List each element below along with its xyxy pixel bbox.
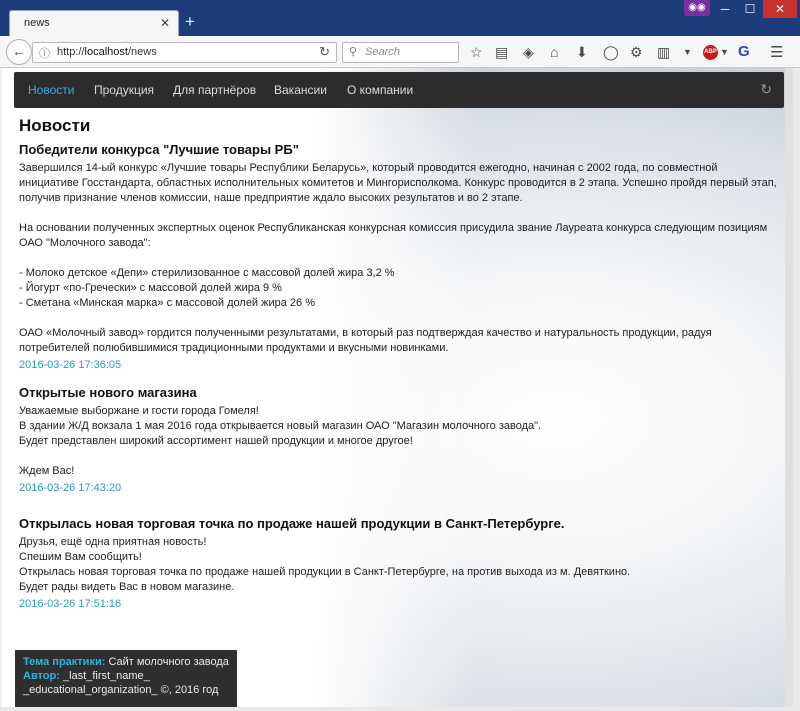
news-article: Открылась новая торговая точка по продаж… — [19, 516, 779, 610]
new-tab-button[interactable]: + — [185, 12, 195, 32]
maximize-button[interactable]: ☐ — [738, 0, 762, 18]
nav-about[interactable]: О компании — [347, 83, 413, 97]
nav-news[interactable]: Новости — [28, 83, 74, 97]
footer-org-line: _educational_organization_ ©, 2016 год — [23, 684, 219, 696]
nav-partners[interactable]: Для партнёров — [173, 83, 256, 97]
extension-icon[interactable]: ⚙ — [630, 44, 643, 61]
browser-tab[interactable]: news ✕ — [9, 10, 179, 37]
adblock-dropdown-icon[interactable]: ▼ — [720, 47, 729, 57]
search-placeholder: Search — [365, 46, 400, 58]
browser-window: news ✕ + ◉◉ ─ ☐ ✕ ← ⓘ http://localhost/n… — [0, 0, 800, 711]
home-icon[interactable]: ⌂ — [550, 44, 558, 60]
private-mask-icon: ◉◉ — [684, 0, 710, 16]
page-title: Новости — [19, 116, 91, 135]
footer-topic-label: Тема практики: — [23, 656, 106, 668]
title-bar: news ✕ + ◉◉ ─ ☐ ✕ — [0, 0, 800, 37]
scrollbar-track[interactable] — [785, 68, 793, 707]
nav-products[interactable]: Продукция — [94, 83, 154, 97]
article-body: Друзья, ещё одна приятная новость! Спеши… — [19, 536, 631, 593]
refresh-icon[interactable]: ↻ — [760, 81, 772, 98]
site-navbar: Новости Продукция Для партнёров Вакансии… — [14, 72, 784, 108]
footer-topic-line: Тема практики: Сайт молочного завода — [23, 655, 229, 669]
footer-topic-value: Сайт молочного завода — [108, 656, 229, 668]
article-date: 2016-03-26 17:51:16 — [19, 598, 122, 610]
browser-toolbar: ← ⓘ http://localhost/news ↻ ⚲ Search ☆ ▤… — [0, 36, 800, 68]
clipboard-icon[interactable]: ▥ — [657, 44, 670, 61]
adblock-icon[interactable]: ABP — [703, 45, 718, 60]
reload-icon[interactable]: ↻ — [319, 44, 330, 60]
nav-vacancies[interactable]: Вакансии — [274, 83, 327, 97]
site-info-icon[interactable]: ⓘ — [39, 45, 50, 61]
search-bar[interactable]: ⚲ Search — [342, 42, 459, 63]
back-button[interactable]: ← — [6, 39, 32, 65]
article-title: Победители конкурса "Лучшие товары РБ" — [19, 142, 299, 157]
bookmark-star-icon[interactable]: ☆ — [470, 44, 483, 61]
page-content: Новости Продукция Для партнёров Вакансии… — [1, 68, 793, 707]
article-date: 2016-03-26 17:36:05 — [19, 359, 122, 371]
article-body: Завершился 14-ый конкурс «Лучшие товары … — [19, 162, 777, 354]
menu-icon[interactable]: ☰ — [770, 43, 783, 61]
footer-author-value: _last_first_name_ — [62, 670, 150, 682]
pocket-icon[interactable]: ◈ — [523, 44, 534, 61]
translate-icon[interactable]: G — [738, 43, 750, 60]
download-icon[interactable]: ⬇ — [576, 44, 588, 61]
minimize-button[interactable]: ─ — [713, 0, 737, 18]
footer-author-line: Автор: _last_first_name_ — [23, 669, 229, 683]
reading-list-icon[interactable]: ▤ — [495, 44, 508, 61]
news-article: Победители конкурса "Лучшие товары РБ" З… — [19, 142, 779, 371]
dropdown-chevron-icon[interactable]: ▼ — [683, 47, 692, 57]
footer-author-label: Автор: — [23, 670, 60, 682]
search-icon: ⚲ — [349, 46, 358, 58]
article-title: Открылась новая торговая точка по продаж… — [19, 516, 565, 531]
article-title: Открытые нового магазина — [19, 385, 197, 400]
tab-title: news — [24, 17, 50, 29]
news-article: Открытые нового магазина Уважаемые выбор… — [19, 385, 779, 494]
chat-icon[interactable]: ◯ — [603, 44, 619, 61]
site-footer: Тема практики: Сайт молочного завода Авт… — [15, 650, 237, 707]
tab-close-icon[interactable]: ✕ — [160, 16, 170, 30]
close-window-button[interactable]: ✕ — [763, 0, 797, 18]
url-text: http://localhost/news — [57, 46, 157, 58]
article-body: Уважаемые выборжане и гости города Гомел… — [19, 405, 542, 477]
url-bar[interactable]: ⓘ http://localhost/news ↻ — [32, 42, 337, 63]
article-date: 2016-03-26 17:43:20 — [19, 482, 122, 494]
